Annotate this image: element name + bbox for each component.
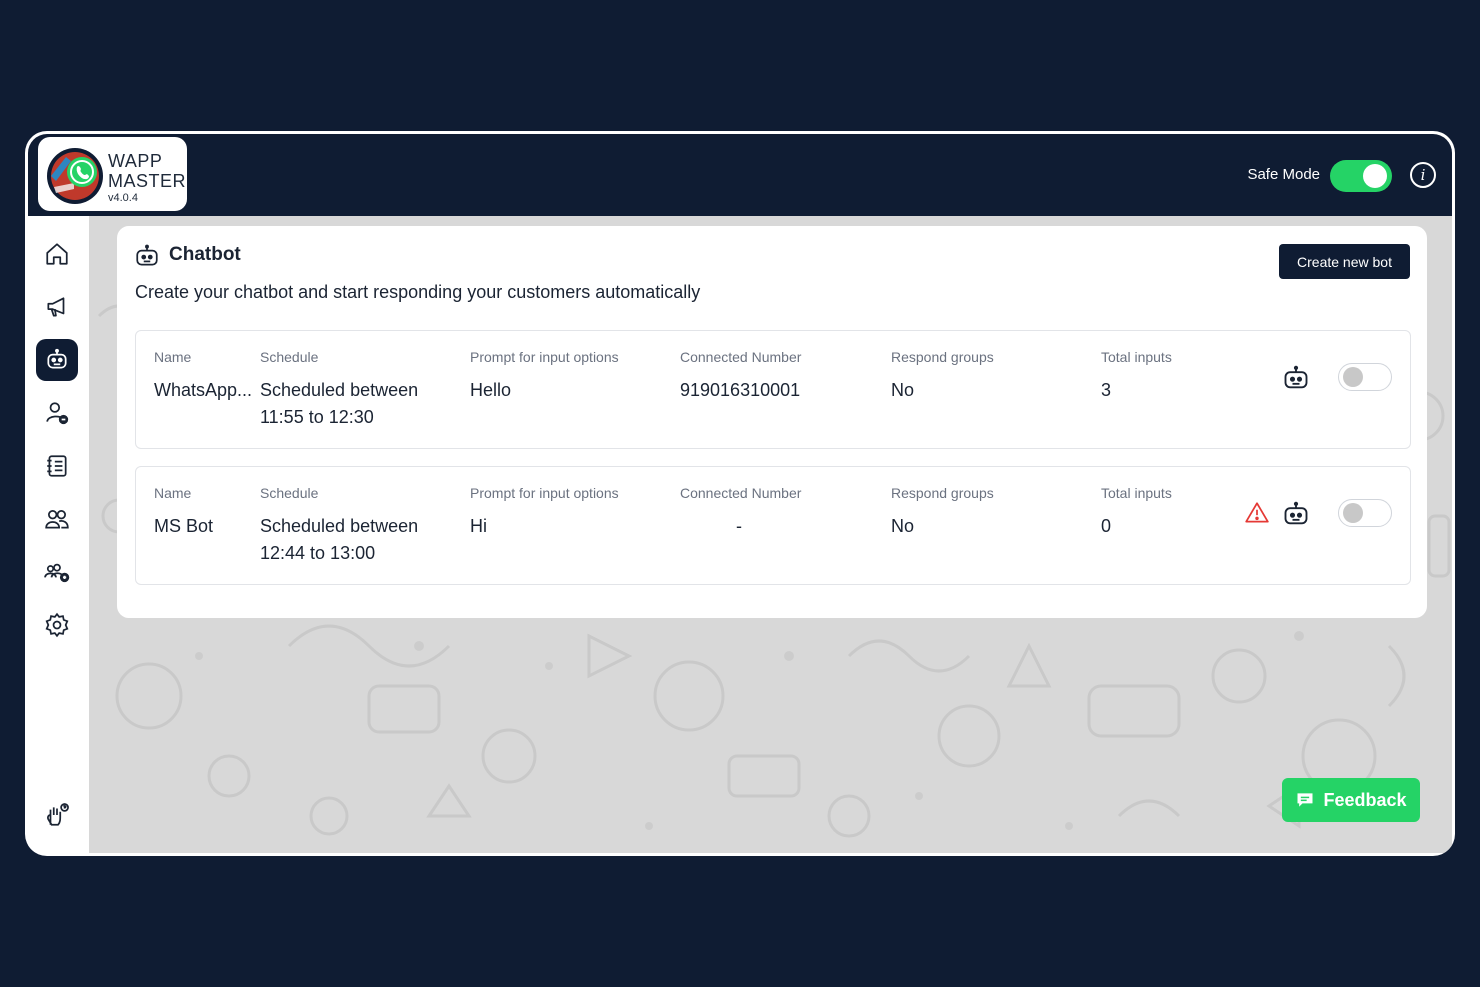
whatsapp-logo-icon (47, 148, 103, 204)
bot-schedule-line1: Scheduled between (260, 380, 419, 400)
column-header-prompt: Prompt for input options (470, 349, 619, 365)
bot-connected-number: 919016310001 (680, 380, 801, 400)
bot-prompt-cell: Prompt for input options Hello (470, 349, 660, 404)
bot-row[interactable]: Name WhatsApp... Schedule Scheduled betw… (135, 330, 1411, 449)
safe-mode-label: Safe Mode (1247, 166, 1320, 183)
column-header-total: Total inputs (1101, 349, 1172, 365)
feedback-icon (1297, 793, 1313, 807)
bot-connected-cell: Connected Number - (680, 485, 870, 540)
page-title: Chatbot (169, 244, 241, 265)
column-header-respond: Respond groups (891, 485, 994, 501)
column-header-total: Total inputs (1101, 485, 1172, 501)
warning-icon[interactable] (1244, 500, 1270, 526)
app-logo[interactable]: WAPP MASTER v4.0.4 (38, 137, 187, 211)
sidebar-item-add-group[interactable] (36, 551, 78, 593)
megaphone-icon (47, 297, 65, 317)
users-add-icon (44, 563, 70, 583)
bot-respond-cell: Respond groups No (891, 485, 1081, 540)
bot-settings-icon[interactable] (1282, 364, 1310, 392)
sidebar-item-blocked-users[interactable] (36, 392, 78, 434)
bot-schedule-line2: 12:44 to 13:00 (260, 543, 376, 563)
feedback-label: Feedback (1323, 789, 1407, 810)
column-header-name: Name (154, 349, 192, 365)
bot-prompt: Hello (470, 380, 512, 400)
main-content: Chatbot Create your chatbot and start re… (89, 216, 1452, 853)
bot-total-cell: Total inputs 0 (1101, 485, 1221, 540)
safe-mode-toggle[interactable] (1330, 160, 1392, 192)
bot-prompt-cell: Prompt for input options Hi (470, 485, 660, 540)
bot-prompt: Hi (470, 516, 487, 536)
sidebar-help[interactable] (36, 794, 78, 836)
home-icon (46, 243, 68, 265)
settings-icon (45, 612, 69, 638)
sidebar-item-campaigns[interactable] (36, 286, 78, 328)
page-subtitle: Create your chatbot and start responding… (135, 282, 701, 302)
bot-row[interactable]: Name MS Bot Schedule Scheduled between 12… (135, 466, 1411, 585)
user-minus-icon (46, 402, 69, 425)
feedback-button[interactable]: Feedback (1282, 778, 1420, 822)
top-bar: WAPP MASTER v4.0.4 Safe Mode i (28, 134, 1452, 216)
bot-schedule: Scheduled between 11:55 to 12:30 (260, 377, 450, 431)
column-header-schedule: Schedule (260, 485, 319, 501)
sidebar-item-contacts[interactable] (36, 498, 78, 540)
bot-connected-cell: Connected Number 919016310001 (680, 349, 870, 404)
sidebar-item-notebook[interactable] (36, 445, 78, 487)
create-new-bot-button[interactable]: Create new bot (1279, 244, 1410, 279)
bot-name-cell: Name WhatsApp... (154, 349, 258, 404)
bot-schedule-cell: Schedule Scheduled between 11:55 to 12:30 (260, 349, 450, 431)
column-header-connected: Connected Number (680, 349, 802, 365)
hand-help-icon (47, 803, 69, 826)
bot-schedule-cell: Schedule Scheduled between 12:44 to 13:00 (260, 485, 450, 567)
bot-name-cell: Name MS Bot (154, 485, 258, 540)
chatbot-card: Chatbot Create your chatbot and start re… (117, 226, 1427, 618)
bot-enable-toggle[interactable] (1338, 499, 1392, 527)
bot-name: MS Bot (154, 516, 214, 536)
bot-schedule: Scheduled between 12:44 to 13:00 (260, 513, 450, 567)
sidebar-item-chatbot[interactable] (36, 339, 78, 381)
column-header-prompt: Prompt for input options (470, 485, 619, 501)
app-version: v4.0.4 (108, 192, 138, 204)
column-header-name: Name (154, 485, 192, 501)
bot-connected-number: - (736, 516, 742, 536)
sidebar (28, 216, 89, 853)
app-window: WAPP MASTER v4.0.4 Safe Mode i Chatbot C… (25, 131, 1455, 856)
notebook-icon (47, 455, 67, 477)
bot-respond-cell: Respond groups No (891, 349, 1081, 404)
logo-line1: WAPP (108, 151, 163, 171)
logo-line2: MASTER (108, 171, 187, 191)
bot-settings-icon[interactable] (1282, 500, 1310, 528)
chatbot-icon (47, 348, 67, 369)
bot-total-cell: Total inputs 3 (1101, 349, 1221, 404)
info-icon[interactable]: i (1410, 162, 1436, 188)
bot-name: WhatsApp... (154, 380, 253, 400)
toggle-knob (1363, 164, 1387, 188)
toggle-knob (1343, 367, 1363, 387)
toggle-knob (1343, 503, 1363, 523)
users-icon (45, 510, 69, 529)
chatbot-icon (136, 244, 158, 266)
bot-total-inputs: 0 (1101, 516, 1112, 536)
sidebar-item-home[interactable] (36, 233, 78, 275)
bot-respond-groups: No (891, 516, 915, 536)
column-header-connected: Connected Number (680, 485, 802, 501)
column-header-respond: Respond groups (891, 349, 994, 365)
bot-total-inputs: 3 (1101, 380, 1112, 400)
bot-respond-groups: No (891, 380, 915, 400)
bot-enable-toggle[interactable] (1338, 363, 1392, 391)
bot-schedule-line1: Scheduled between (260, 516, 419, 536)
sidebar-item-settings[interactable] (36, 604, 78, 646)
column-header-schedule: Schedule (260, 349, 319, 365)
bot-schedule-line2: 11:55 to 12:30 (260, 407, 374, 427)
